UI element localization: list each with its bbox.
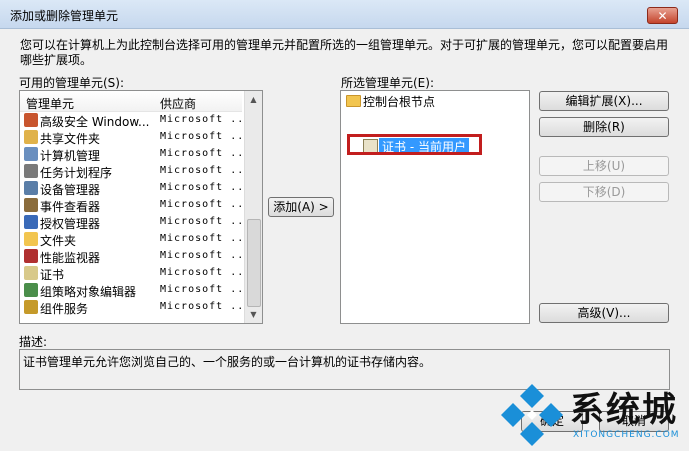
snapin-name: 文件夹	[40, 234, 77, 248]
snapin-name: 事件查看器	[40, 200, 101, 214]
list-item[interactable]: 组件服务 Microsoft ...	[20, 299, 250, 316]
move-down-button[interactable]: 下移(D)	[539, 182, 669, 202]
snapin-vendor: Microsoft ...	[160, 114, 252, 125]
dialog-description: 您可以在计算机上为此控制台选择可用的管理单元并配置所选的一组管理单元。对于可扩展…	[20, 38, 669, 67]
list-item[interactable]: 高级安全 Window... Microsoft ...	[20, 112, 250, 129]
device-manager-icon	[24, 181, 38, 195]
selected-snapins-label: 所选管理单元(E):	[341, 76, 434, 90]
close-button[interactable]: ✕	[647, 7, 678, 24]
snapin-name: 授权管理器	[40, 217, 101, 231]
window-title: 添加或删除管理单元	[10, 9, 119, 23]
snapin-name: 计算机管理	[40, 149, 101, 163]
list-item[interactable]: 证书 Microsoft ...	[20, 265, 250, 282]
shared-folder-icon	[24, 130, 38, 144]
snapin-vendor: Microsoft ...	[160, 284, 252, 295]
watermark-logo-icon	[501, 384, 563, 446]
list-item[interactable]: 文件夹 Microsoft ...	[20, 231, 250, 248]
scroll-thumb[interactable]	[247, 219, 261, 307]
watermark-url: XITONGCHENG.COM	[573, 430, 680, 440]
annotation-highlight-box	[347, 134, 482, 155]
snapin-name: 证书	[40, 268, 65, 282]
certificate-icon	[24, 266, 38, 280]
column-header-snapin[interactable]: 管理单元	[26, 95, 74, 112]
title-bar: 添加或删除管理单元 ✕	[0, 0, 689, 29]
snapin-vendor: Microsoft ...	[160, 199, 252, 210]
list-item[interactable]: 性能监视器 Microsoft ...	[20, 248, 250, 265]
snapin-name: 组策略对象编辑器	[40, 285, 137, 299]
snapin-name: 共享文件夹	[40, 132, 101, 146]
description-label: 描述:	[19, 335, 48, 349]
add-button[interactable]: 添加(A) >	[268, 197, 334, 217]
snapin-name: 设备管理器	[40, 183, 101, 197]
snapin-vendor: Microsoft ...	[160, 250, 252, 261]
tree-item-console-root[interactable]: 控制台根节点	[363, 93, 435, 110]
snapin-vendor: Microsoft ...	[160, 182, 252, 193]
clock-icon	[24, 164, 38, 178]
group-policy-icon	[24, 283, 38, 297]
list-item[interactable]: 任务计划程序 Microsoft ...	[20, 163, 250, 180]
site-watermark: 系统城 XITONGCHENG.COM	[495, 378, 689, 451]
snapin-name: 高级安全 Window...	[40, 115, 150, 129]
description-text: 证书管理单元允许您浏览自己的、一个服务的或一台计算机的证书存储内容。	[23, 355, 432, 369]
snapin-name: 任务计划程序	[40, 166, 113, 180]
available-snapins-label: 可用的管理单元(S):	[19, 76, 125, 90]
snapin-vendor: Microsoft ...	[160, 216, 252, 227]
firewall-icon	[24, 113, 38, 127]
edit-extensions-button[interactable]: 编辑扩展(X)...	[539, 91, 669, 111]
component-services-icon	[24, 300, 38, 314]
list-item[interactable]: 事件查看器 Microsoft ...	[20, 197, 250, 214]
remove-button[interactable]: 删除(R)	[539, 117, 669, 137]
selected-snapins-tree[interactable]: 控制台根节点 证书 - 当前用户	[340, 90, 530, 324]
snapin-name: 性能监视器	[40, 251, 101, 265]
snapin-vendor: Microsoft ...	[160, 165, 252, 176]
move-up-button[interactable]: 上移(U)	[539, 156, 669, 176]
performance-icon	[24, 249, 38, 263]
folder-icon	[346, 95, 361, 107]
list-item[interactable]: 设备管理器 Microsoft ...	[20, 180, 250, 197]
snapin-vendor: Microsoft ...	[160, 233, 252, 244]
snapin-name: 组件服务	[40, 302, 89, 316]
vertical-scrollbar[interactable]: ▲ ▼	[244, 91, 262, 323]
snapin-vendor: Microsoft ...	[160, 131, 252, 142]
advanced-button[interactable]: 高级(V)...	[539, 303, 669, 323]
list-header: 管理单元 供应商	[20, 91, 242, 112]
computer-management-icon	[24, 147, 38, 161]
list-item[interactable]: 组策略对象编辑器 Microsoft ...	[20, 282, 250, 299]
snapin-vendor: Microsoft ...	[160, 267, 252, 278]
authorization-icon	[24, 215, 38, 229]
column-header-vendor[interactable]: 供应商	[160, 95, 196, 112]
snapin-vendor: Microsoft ...	[160, 301, 252, 312]
list-item[interactable]: 授权管理器 Microsoft ...	[20, 214, 250, 231]
scroll-up-arrow-icon[interactable]: ▲	[245, 91, 262, 108]
available-snapins-list[interactable]: 管理单元 供应商 高级安全 Window... Microsoft ... 共享文件…	[19, 90, 263, 324]
folder-icon	[24, 232, 38, 246]
watermark-text: 系统城	[570, 390, 678, 430]
snapin-vendor: Microsoft ...	[160, 148, 252, 159]
list-item[interactable]: 计算机管理 Microsoft ...	[20, 146, 250, 163]
list-item[interactable]: 共享文件夹 Microsoft ...	[20, 129, 250, 146]
event-viewer-icon	[24, 198, 38, 212]
scroll-down-arrow-icon[interactable]: ▼	[245, 306, 262, 323]
